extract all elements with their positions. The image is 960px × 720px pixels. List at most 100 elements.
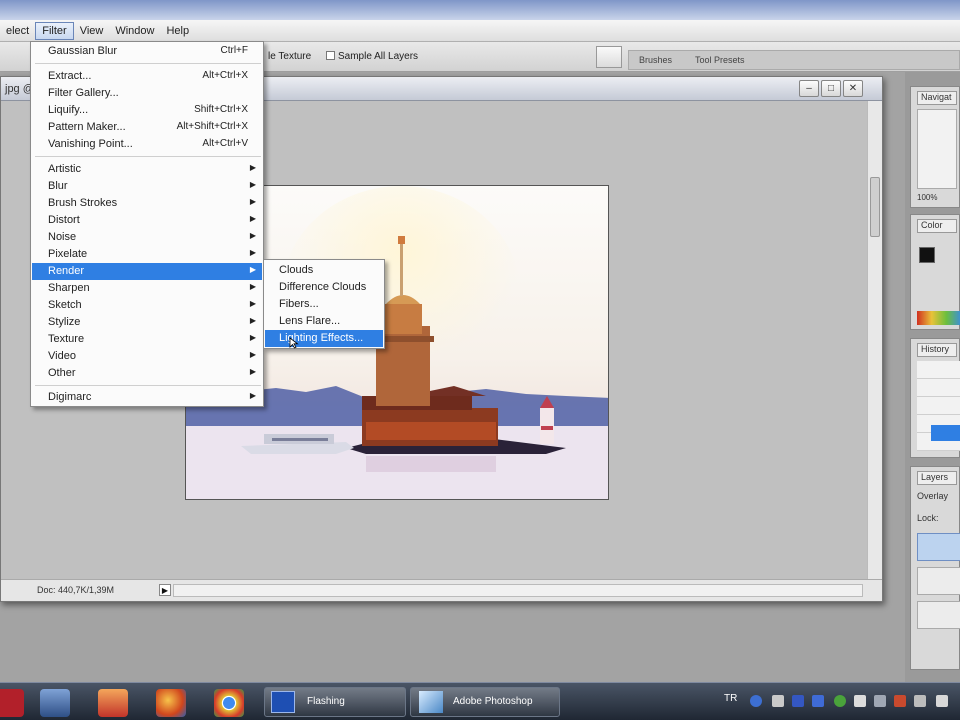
layer-row[interactable] (917, 567, 960, 595)
menu-item-label: Stylize (48, 316, 81, 328)
filter-menu: Gaussian Blur Ctrl+F Extract... Alt+Ctrl+X… (30, 41, 264, 407)
layer-row[interactable] (917, 533, 960, 561)
palette-well-button[interactable] (596, 46, 622, 68)
scroll-thumb[interactable] (870, 177, 880, 237)
network-icon[interactable] (812, 695, 824, 707)
bluetooth-icon[interactable] (792, 695, 804, 707)
menu-item-vanishing-point[interactable]: Vanishing Point... Alt+Ctrl+V (32, 136, 262, 153)
submenu-arrow-icon: ▶ (249, 316, 256, 325)
submenu-item-difference-clouds[interactable]: Difference Clouds (265, 279, 383, 296)
submenu-item-lens-flare[interactable]: Lens Flare... (265, 313, 383, 330)
menu-item-digimarc[interactable]: Digimarc ▶ (32, 389, 262, 406)
menu-item-video[interactable]: Video ▶ (32, 348, 262, 365)
menu-item-render[interactable]: Render ▶ (32, 263, 262, 280)
language-indicator[interactable]: TR (724, 693, 737, 704)
taskbar-button-flashing[interactable]: Flashing (264, 687, 406, 717)
submenu-arrow-icon: ▶ (249, 367, 256, 376)
lock-label: Lock: (917, 513, 939, 523)
menu-item-extract[interactable]: Extract... Alt+Ctrl+X (32, 68, 262, 85)
doc-size: Doc: 440,7K/1,39M (37, 585, 115, 595)
menu-item-liquify[interactable]: Liquify... Shift+Ctrl+X (32, 102, 262, 119)
menu-item-distort[interactable]: Distort ▶ (32, 212, 262, 229)
show-desktop-icon[interactable] (40, 689, 70, 717)
menu-item-label: Liquify... (48, 104, 89, 116)
menu-item-shortcut: Ctrl+F (220, 45, 249, 56)
menu-item-other[interactable]: Other ▶ (32, 365, 262, 382)
menu-item-label: Other (48, 367, 76, 379)
status-menu-arrow-icon[interactable]: ▶ (159, 584, 171, 596)
foreground-color-swatch[interactable] (919, 247, 935, 263)
close-button[interactable]: ✕ (843, 80, 863, 97)
menu-help[interactable]: Help (160, 23, 195, 39)
navigator-preview[interactable] (917, 109, 957, 189)
firefox-icon[interactable] (156, 689, 186, 717)
sample-all-layers-label: Sample All Layers (338, 51, 419, 62)
menu-item-gaussian-blur[interactable]: Gaussian Blur Ctrl+F (32, 43, 262, 60)
vertical-scrollbar[interactable] (867, 101, 882, 579)
color-ramp[interactable] (917, 311, 960, 325)
mouse-cursor-icon (289, 337, 299, 349)
menu-item-pixelate[interactable]: Pixelate ▶ (32, 246, 262, 263)
menu-item-sharpen[interactable]: Sharpen ▶ (32, 280, 262, 297)
history-selected-state[interactable] (931, 425, 960, 441)
menu-item-label: Vanishing Point... (48, 138, 133, 150)
brushes-tab[interactable]: Brushes (639, 55, 672, 65)
chrome-icon[interactable] (214, 689, 244, 717)
menu-select[interactable]: elect (0, 23, 35, 39)
antivirus-icon[interactable] (834, 695, 846, 707)
submenu-item-label: Lens Flare... (279, 315, 341, 327)
history-tab[interactable]: History (917, 343, 957, 357)
layer-row[interactable] (917, 601, 960, 629)
menu-item-brush-strokes[interactable]: Brush Strokes ▶ (32, 195, 262, 212)
menu-item-sketch[interactable]: Sketch ▶ (32, 297, 262, 314)
submenu-arrow-icon: ▶ (249, 197, 256, 206)
navigator-panel: Navigat 100% (910, 86, 960, 208)
taskbar-button-photoshop[interactable]: Adobe Photoshop (410, 687, 560, 717)
taskbar-button-label: Adobe Photoshop (453, 696, 533, 707)
color-tab[interactable]: Color (917, 219, 957, 233)
menu-item-label: Gaussian Blur (48, 45, 118, 57)
menu-item-label: Filter Gallery... (48, 87, 119, 99)
tool-presets-tab[interactable]: Tool Presets (695, 55, 745, 65)
menu-item-label: Brush Strokes (48, 197, 118, 209)
history-panel: History (910, 338, 960, 458)
volume-icon[interactable] (854, 695, 866, 707)
power-icon[interactable] (874, 695, 886, 707)
navigator-tab[interactable]: Navigat (917, 91, 957, 105)
menu-item-label: Digimarc (48, 391, 92, 403)
clock-icon[interactable] (936, 695, 948, 707)
sample-all-layers-checkbox[interactable]: Sample All Layers (326, 51, 418, 62)
menu-item-noise[interactable]: Noise ▶ (32, 229, 262, 246)
keyboard-icon[interactable] (772, 695, 784, 707)
minimize-button[interactable]: – (799, 80, 819, 97)
menu-item-label: Distort (48, 214, 80, 226)
media-player-icon[interactable] (98, 689, 128, 717)
menu-item-blur[interactable]: Blur ▶ (32, 178, 262, 195)
start-app-icon[interactable] (0, 689, 24, 717)
blend-mode-select[interactable]: Overlay (917, 491, 948, 501)
menu-view[interactable]: View (74, 23, 110, 39)
menu-item-label: Noise (48, 231, 77, 243)
menu-window[interactable]: Window (109, 23, 160, 39)
tray-app-icon[interactable] (894, 695, 906, 707)
flag-icon[interactable] (914, 695, 926, 707)
menu-item-texture[interactable]: Texture ▶ (32, 331, 262, 348)
submenu-item-fibers[interactable]: Fibers... (265, 296, 383, 313)
menu-filter[interactable]: Filter (35, 21, 74, 40)
menu-item-pattern-maker[interactable]: Pattern Maker... Alt+Shift+Ctrl+X (32, 119, 262, 136)
navigator-zoom[interactable]: 100% (917, 193, 937, 202)
menu-item-label: Pattern Maker... (48, 121, 126, 133)
submenu-item-label: Fibers... (279, 298, 319, 310)
menu-item-stylize[interactable]: Stylize ▶ (32, 314, 262, 331)
horizontal-scrollbar[interactable] (173, 584, 863, 597)
maximize-button[interactable]: □ (821, 80, 841, 97)
submenu-item-clouds[interactable]: Clouds (265, 262, 383, 279)
help-icon[interactable] (750, 695, 762, 707)
submenu-item-lighting-effects[interactable]: Lighting Effects... (265, 330, 383, 347)
menu-item-artistic[interactable]: Artistic ▶ (32, 161, 262, 178)
menu-item-label: Artistic (48, 163, 81, 175)
submenu-arrow-icon: ▶ (249, 248, 256, 257)
submenu-arrow-icon: ▶ (249, 265, 256, 274)
menu-item-filter-gallery[interactable]: Filter Gallery... (32, 85, 262, 102)
layers-tab[interactable]: Layers (917, 471, 957, 485)
